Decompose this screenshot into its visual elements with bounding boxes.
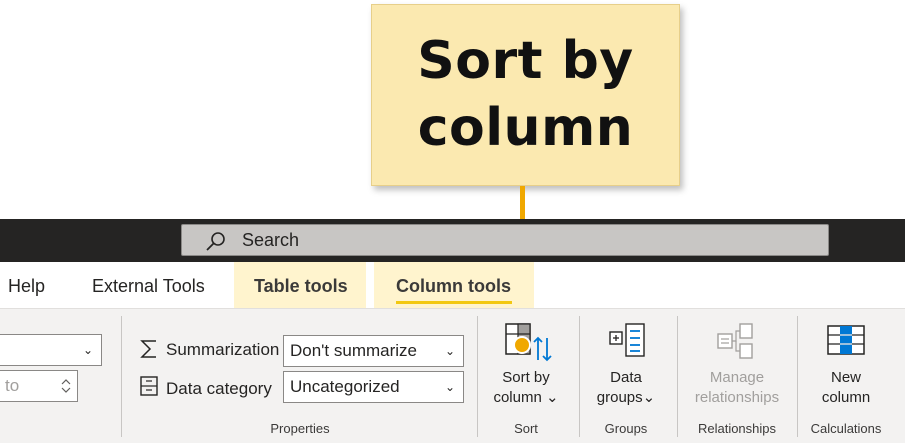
chevron-down-icon: ⌄ <box>541 388 559 406</box>
properties-group-label: Properties <box>270 421 330 436</box>
callout-line-2: column <box>417 98 634 158</box>
sort-by-column-label: Sort by column ⌄ <box>487 368 565 407</box>
calculations-group-label: Calculations <box>810 421 882 436</box>
tab-table-tools[interactable]: Table tools <box>254 276 348 297</box>
sort-group-label: Sort <box>514 421 538 436</box>
decimal-places-stepper[interactable]: to <box>0 370 78 402</box>
new-column-line-2: column <box>821 388 871 406</box>
chevron-down-icon: ⌄ <box>444 380 455 394</box>
callout-text: Sort by column <box>417 28 633 161</box>
chevron-down-icon: ⌄ <box>642 388 656 406</box>
summarization-value: Don't summarize <box>290 341 418 360</box>
spin-arrows-icon <box>61 379 71 393</box>
relationships-group-label: Relationships <box>697 421 777 436</box>
data-category-label: Data category <box>166 379 272 398</box>
group-separator <box>797 316 798 437</box>
data-category-icon <box>140 376 158 396</box>
data-groups-line-2: groups <box>596 388 643 406</box>
callout-leader-dot <box>513 336 531 354</box>
summarization-label: Summarization <box>166 340 280 359</box>
group-separator <box>677 316 678 437</box>
data-category-value: Uncategorized <box>290 377 400 396</box>
chevron-down-icon: ⌄ <box>82 343 93 357</box>
sort-label-line-2: column <box>493 388 542 406</box>
search-box[interactable]: Search <box>181 224 829 256</box>
data-category-dropdown[interactable]: Uncategorized ⌄ <box>283 371 464 403</box>
search-icon <box>206 232 225 251</box>
search-placeholder: Search <box>242 229 300 250</box>
manage-relationships-label: Manage relationships <box>684 368 790 407</box>
data-groups-line-1: Data <box>610 369 642 386</box>
data-groups-icon <box>609 323 645 357</box>
group-separator <box>477 316 478 437</box>
group-separator <box>121 316 122 437</box>
chevron-down-icon: ⌄ <box>444 344 455 358</box>
active-tab-indicator <box>396 301 512 304</box>
tab-column-tools[interactable]: Column tools <box>396 276 511 297</box>
manage-relationships-icon <box>717 323 753 359</box>
manage-relationships-line-1: Manage <box>709 369 765 386</box>
tab-help[interactable]: Help <box>8 276 45 297</box>
summarization-dropdown[interactable]: Don't summarize ⌄ <box>283 335 464 367</box>
callout-box: Sort by column <box>371 4 680 186</box>
data-groups-label: Data groups⌄ <box>586 368 666 407</box>
new-column-icon <box>827 325 865 355</box>
group-separator <box>579 316 580 437</box>
new-column-label: New column <box>806 368 886 407</box>
decimal-places-value: to <box>5 376 20 395</box>
tab-external-tools[interactable]: External Tools <box>92 276 205 297</box>
new-column-line-1: New <box>830 369 861 386</box>
groups-group-label: Groups <box>604 421 648 436</box>
sigma-icon <box>140 340 156 358</box>
callout-line-1: Sort by <box>417 31 634 92</box>
format-dropdown[interactable]: ⌄ <box>0 334 102 366</box>
manage-relationships-line-2: relationships <box>694 388 780 406</box>
sort-label-line-1: Sort by <box>502 369 550 386</box>
